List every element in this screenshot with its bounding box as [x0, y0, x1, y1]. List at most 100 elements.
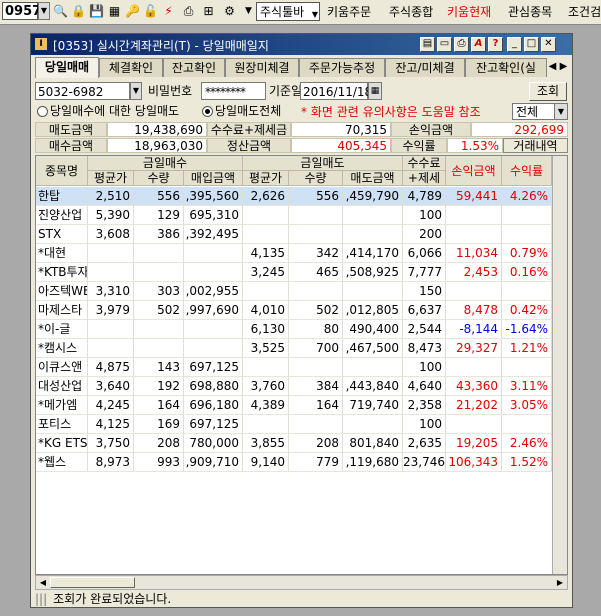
- table-row[interactable]: STX 3,608 386,392,495 200: [36, 225, 552, 244]
- cell-return: [502, 358, 552, 377]
- cell-buy-price: [88, 263, 134, 282]
- table-row[interactable]: *KG ETS 3,750 208 780,000 3,855 208 801,840 2,6…: [36, 434, 552, 453]
- col-header-pl[interactable]: 손익금액: [446, 156, 502, 186]
- tab-prev-icon[interactable]: ◀: [547, 58, 558, 76]
- cell-sell-price: 9,140: [243, 453, 289, 472]
- tab-today-trades[interactable]: 당일매매: [35, 57, 99, 78]
- cell-sell-amount: 719,740: [343, 396, 403, 415]
- menu-stock-overview[interactable]: 주식종합: [389, 0, 433, 24]
- cell-buy-price: 4,245: [88, 396, 134, 415]
- buy-amount-label: 매수금액: [35, 138, 107, 153]
- account-dropdown-icon[interactable]: ▼: [130, 82, 142, 100]
- col-header-sell-price[interactable]: 평균가: [243, 171, 289, 186]
- cell-sell-amount: [343, 225, 403, 244]
- col-header-sell-qty[interactable]: 수량: [289, 171, 343, 186]
- table-row[interactable]: 한탑 2,510 556,395,560 2,626 556,459,790 4,789 5…: [36, 187, 552, 206]
- cell-name: 포티스: [36, 415, 88, 434]
- col-header-fee-tax[interactable]: +제세금: [403, 171, 446, 200]
- maximize-icon[interactable]: □: [524, 37, 539, 52]
- table-row[interactable]: 아즈텍WB 3,310 303,002,955 150: [36, 282, 552, 301]
- save-icon[interactable]: 💾: [88, 3, 105, 20]
- cell-buy-amount: [184, 339, 243, 358]
- printer-icon[interactable]: ⎙: [180, 3, 197, 20]
- tab-execution-check[interactable]: 체결확인: [99, 58, 163, 77]
- col-header-buy-price[interactable]: 평균가: [88, 171, 134, 186]
- key-icon[interactable]: 🔑: [124, 3, 141, 20]
- close-icon[interactable]: ✕: [541, 37, 556, 52]
- calculator-icon[interactable]: ▦: [106, 3, 123, 20]
- cell-fee: 6,637: [403, 301, 446, 320]
- col-header-return[interactable]: 수익률: [502, 156, 552, 186]
- col-header-name[interactable]: 종목명: [36, 156, 88, 186]
- menu-kiwoom-order[interactable]: 키움주문: [327, 0, 371, 24]
- calendar-icon[interactable]: ▦: [368, 82, 382, 100]
- stock-code-input[interactable]: 0957: [2, 2, 41, 20]
- tab-balance-unexecuted[interactable]: 잔고/미체결: [385, 58, 465, 77]
- search-icon[interactable]: 🔍: [52, 3, 69, 20]
- cell-name: STX: [36, 225, 88, 244]
- radio-buy-sell-pair[interactable]: 당일매수에 대한 당일매도: [37, 103, 179, 119]
- table-row[interactable]: *대현 4,135 342,414,170 6,066 11,034 0.79%: [36, 244, 552, 263]
- chevron-down-icon[interactable]: ▼: [240, 3, 257, 20]
- col-header-buy-amount[interactable]: 매입금액: [184, 171, 243, 186]
- history-button[interactable]: 거래내역: [503, 138, 568, 153]
- table-row[interactable]: 진양산업 5,390 129 695,310 100: [36, 206, 552, 225]
- table-row[interactable]: *KTB투자 3,245 465,508,925 7,777 2,453 0.16%: [36, 263, 552, 282]
- window-layout-icon[interactable]: ▤: [420, 37, 435, 52]
- cell-sell-amount: ,467,500: [343, 339, 403, 358]
- horizontal-scrollbar[interactable]: ◀ ▶: [35, 575, 568, 590]
- radio-all-sells[interactable]: 당일매도전체: [202, 103, 281, 119]
- tab-order-available[interactable]: 주문가능추정: [299, 58, 385, 77]
- table-row[interactable]: 대성산업 3,640 192 698,880 3,760 384,443,840 4,640…: [36, 377, 552, 396]
- cell-sell-price: [243, 358, 289, 377]
- cell-buy-price: 2,510: [88, 187, 134, 206]
- chart-icon[interactable]: ⚡: [160, 3, 177, 20]
- cell-fee: 8,473: [403, 339, 446, 358]
- col-header-sell-amount[interactable]: 매도금액: [343, 171, 403, 186]
- cell-name: *KTB투자: [36, 263, 88, 282]
- help-icon[interactable]: ?: [488, 37, 503, 52]
- scroll-left-icon[interactable]: ◀: [37, 577, 49, 588]
- vertical-scrollbar[interactable]: [552, 156, 567, 574]
- table-row[interactable]: 포티스 4,125 169 697,125 100: [36, 415, 552, 434]
- table-row[interactable]: 마제스타 3,979 502,997,690 4,010 502,012,805 6,63…: [36, 301, 552, 320]
- table-row[interactable]: *메가엠 4,245 164 696,180 4,389 164 719,740 2,358 2…: [36, 396, 552, 415]
- tab-balance-check[interactable]: 잔고확인: [163, 58, 225, 77]
- date-field[interactable]: 2016/11/18: [300, 82, 372, 100]
- stock-code-dropdown[interactable]: ▼: [38, 2, 50, 20]
- table-row[interactable]: *이-글 6,130 80 490,400 2,544 -8,144 -1.64%: [36, 320, 552, 339]
- menu-kiwoom-current[interactable]: 키움현재: [447, 0, 491, 24]
- account-select[interactable]: 5032-6982: [35, 82, 130, 100]
- table-row[interactable]: *캠시스 3,525 700,467,500 8,473 29,327 1.21%: [36, 339, 552, 358]
- table-row[interactable]: 이큐스앤 4,875 143 697,125 100: [36, 358, 552, 377]
- cell-return: 1.21%: [502, 339, 552, 358]
- cell-return: 0.16%: [502, 263, 552, 282]
- sliders-icon[interactable]: ⊞: [200, 3, 217, 20]
- font-icon[interactable]: A: [471, 37, 486, 52]
- print-icon[interactable]: ⎙: [454, 37, 469, 52]
- menu-condition-search[interactable]: 조건검: [568, 0, 601, 24]
- cell-sell-price: [243, 415, 289, 434]
- cell-buy-qty: [134, 263, 184, 282]
- scroll-thumb[interactable]: [50, 577, 135, 588]
- cell-return: 1.52%: [502, 453, 552, 472]
- col-header-buy-qty[interactable]: 수량: [134, 171, 184, 186]
- tab-unexecuted[interactable]: 원장미체결: [225, 58, 299, 77]
- query-button[interactable]: 조회: [529, 82, 567, 101]
- window-titlebar[interactable]: I [0353] 실시간계좌관리(T) - 당일매매일지 ▤ ▭ ⎙ A ? _…: [31, 34, 572, 55]
- padlock-icon[interactable]: 🔓: [142, 3, 159, 20]
- table-row[interactable]: *웹스 8,973 993,909,710 9,140 779,119,680 23,74…: [36, 453, 552, 472]
- save-icon[interactable]: ▭: [437, 37, 452, 52]
- toolbar-select[interactable]: 주식툴바 ▼: [256, 2, 320, 21]
- password-field[interactable]: ********: [201, 82, 266, 100]
- cell-buy-qty: 164: [134, 396, 184, 415]
- minimize-icon[interactable]: _: [507, 37, 522, 52]
- cell-buy-qty: [134, 339, 184, 358]
- menu-watchlist[interactable]: 관심종목: [508, 0, 552, 24]
- filter-select[interactable]: 전체 ▼: [512, 103, 568, 120]
- scroll-right-icon[interactable]: ▶: [554, 577, 566, 588]
- lock-icon[interactable]: 🔒: [70, 3, 87, 20]
- tab-next-icon[interactable]: ▶: [558, 58, 569, 76]
- gear-icon[interactable]: ⚙: [221, 3, 238, 20]
- tab-balance-check-real[interactable]: 잔고확인(실: [465, 58, 547, 77]
